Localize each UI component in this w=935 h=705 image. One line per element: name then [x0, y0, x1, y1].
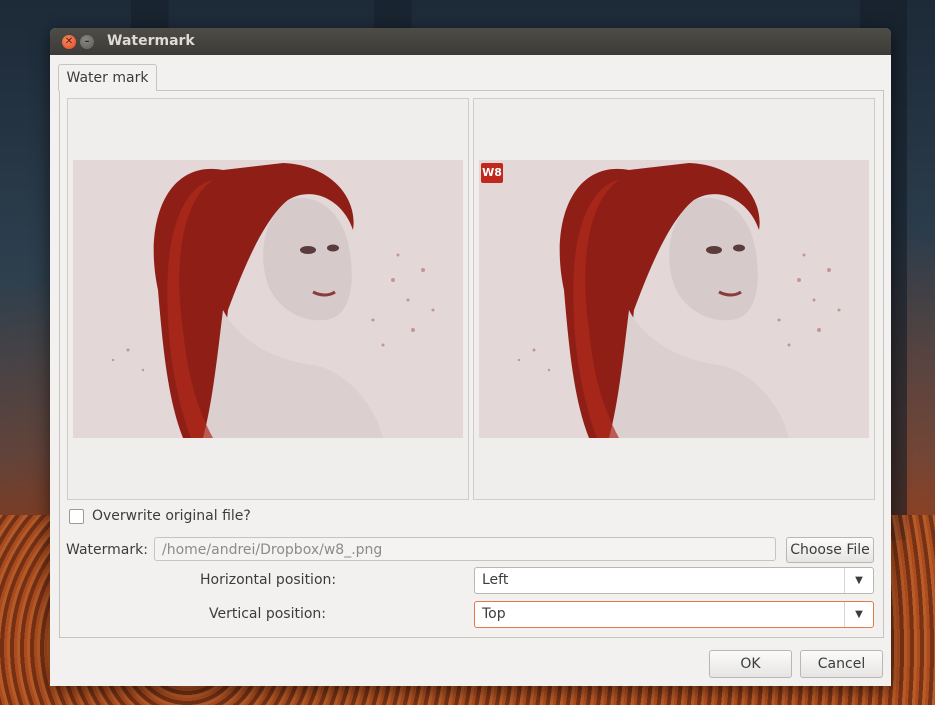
close-icon[interactable]: ✕ — [62, 35, 76, 49]
watermarked-image: W8 — [479, 160, 869, 438]
horizontal-position-label: Horizontal position: — [200, 572, 337, 588]
chevron-down-icon[interactable]: ▼ — [844, 602, 873, 627]
vertical-position-select[interactable]: Top ▼ — [474, 601, 874, 628]
choose-file-button[interactable]: Choose File — [786, 537, 874, 563]
tab-water-mark[interactable]: Water mark — [58, 64, 157, 91]
portrait-illustration — [73, 160, 463, 438]
watermark-badge: W8 — [481, 163, 503, 183]
minimize-icon[interactable]: – — [80, 35, 94, 49]
horizontal-position-select[interactable]: Left ▼ — [474, 567, 874, 594]
chevron-down-icon[interactable]: ▼ — [844, 568, 873, 593]
original-image — [73, 160, 463, 438]
vertical-position-label: Vertical position: — [209, 606, 327, 622]
cancel-button[interactable]: Cancel — [800, 650, 883, 678]
portrait-illustration — [479, 160, 869, 438]
titlebar: ✕ – Watermark — [50, 28, 891, 55]
watermark-dialog: ✕ – Watermark Water mark W8 Overwrite or… — [50, 28, 891, 686]
vertical-position-value: Top — [482, 606, 506, 622]
watermarked-preview: W8 — [473, 98, 875, 500]
overwrite-label: Overwrite original file? — [92, 508, 251, 524]
overwrite-option[interactable]: Overwrite original file? — [69, 508, 251, 524]
ok-button[interactable]: OK — [709, 650, 792, 678]
watermark-path-field[interactable]: /home/andrei/Dropbox/w8_.png — [154, 537, 776, 561]
original-preview — [67, 98, 469, 500]
horizontal-position-value: Left — [482, 572, 509, 588]
watermark-row: Watermark: /home/andrei/Dropbox/w8_.png … — [66, 537, 878, 563]
tab-panel: W8 Overwrite original file? Watermark: /… — [59, 90, 884, 638]
overwrite-checkbox[interactable] — [69, 508, 84, 524]
window-title: Watermark — [107, 33, 195, 49]
watermark-label: Watermark: — [66, 542, 148, 558]
